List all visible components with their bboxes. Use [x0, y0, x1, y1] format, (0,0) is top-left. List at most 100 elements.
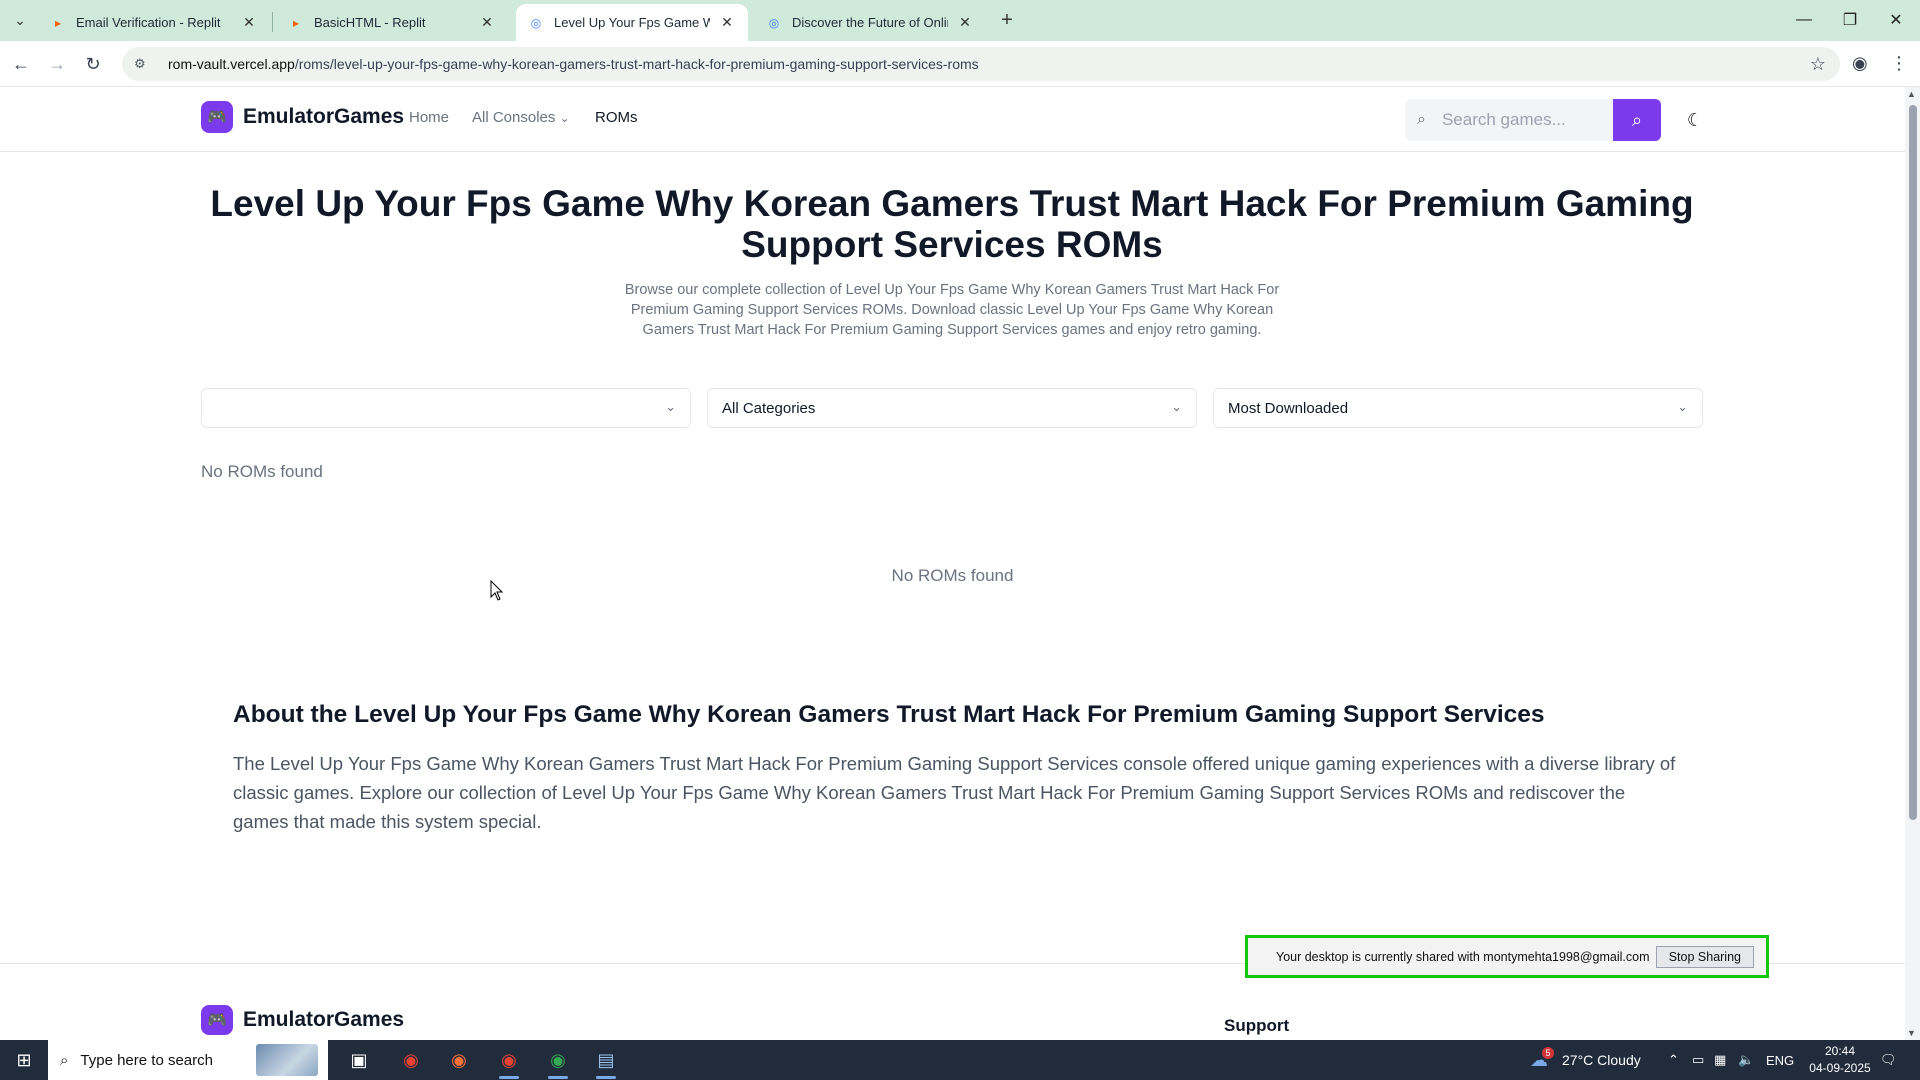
close-window-icon[interactable]: ✕ — [1876, 6, 1916, 34]
tab-basichtml[interactable]: ▸ BasicHTML - Replit ✕ — [276, 4, 508, 41]
replit-icon: ▸ — [292, 15, 300, 30]
meet-now-icon[interactable]: ▭ — [1692, 1040, 1704, 1080]
share-message: Your desktop is currently shared with mo… — [1276, 949, 1650, 964]
tab-discover-future[interactable]: ◎ Discover the Future of Online S ✕ — [754, 4, 986, 41]
url-host: rom-vault.vercel.app — [168, 56, 295, 72]
nav-all-consoles-dropdown[interactable]: All Consoles ⌄ — [472, 109, 570, 126]
moon-icon: ☾ — [1686, 109, 1704, 130]
footer-support-heading: Support — [1224, 1016, 1290, 1035]
mouse-cursor-icon — [490, 580, 504, 601]
category-select[interactable]: All Categories ⌄ — [707, 388, 1197, 428]
more-menu-icon[interactable]: ⋮ — [1890, 53, 1908, 74]
tab-level-up-roms[interactable]: ◎ Level Up Your Fps Game Why K ✕ — [516, 4, 748, 41]
tray-overflow-icon[interactable]: ⌃ — [1668, 1040, 1679, 1080]
weather-badge: 5 — [1542, 1047, 1554, 1059]
search-icon: ⌕ — [1631, 109, 1643, 130]
reload-icon[interactable]: ↻ — [80, 51, 106, 77]
bookmark-star-icon[interactable]: ☆ — [1810, 54, 1826, 75]
replit-icon: ▸ — [54, 15, 62, 30]
tab-search-icon[interactable]: ⌄ — [8, 8, 32, 32]
close-icon[interactable]: ✕ — [718, 14, 736, 32]
screen-share-notification: Your desktop is currently shared with mo… — [1245, 935, 1769, 978]
weather-text: 27°C Cloudy — [1562, 1052, 1641, 1068]
page-title: Level Up Your Fps Game Why Korean Gamers… — [210, 183, 1694, 265]
address-bar[interactable]: ⚙ rom-vault.vercel.app/roms/level-up-you… — [122, 47, 1840, 81]
search-button[interactable]: ⌕ — [1613, 99, 1661, 141]
scroll-up-icon[interactable]: ▲ — [1907, 89, 1916, 99]
chevron-down-icon: ⌄ — [1677, 399, 1688, 414]
brand-name: EmulatorGames — [243, 105, 405, 128]
sort-select-value: Most Downloaded — [1228, 399, 1349, 417]
profile-icon[interactable]: ◉ — [1852, 53, 1868, 74]
tab-title: Discover the Future of Online S — [792, 15, 948, 30]
taskbar-search-text: Type here to search — [80, 1051, 213, 1069]
tab-title: BasicHTML - Replit — [314, 15, 426, 30]
new-tab-button[interactable]: + — [995, 8, 1019, 32]
site-header: 🎮 EmulatorGames Home All Consoles ⌄ ROMs… — [0, 87, 1905, 152]
close-icon[interactable]: ✕ — [240, 14, 258, 32]
search-highlight-image — [256, 1044, 318, 1076]
notepad-icon[interactable]: ▤ — [588, 1046, 624, 1079]
close-icon[interactable]: ✕ — [956, 14, 974, 32]
search-icon: ⌕ — [60, 1051, 69, 1069]
minimize-icon[interactable]: — — [1784, 6, 1824, 34]
clock[interactable]: 20:44 04-09-2025 — [1805, 1043, 1875, 1077]
globe-icon: ◎ — [530, 15, 542, 30]
about-text: The Level Up Your Fps Game Why Korean Ga… — [233, 753, 1676, 832]
chevron-down-icon: ⌄ — [665, 399, 676, 414]
close-icon[interactable]: ✕ — [478, 14, 496, 32]
nav-all-consoles-label: All Consoles — [472, 109, 556, 126]
stop-sharing-button[interactable]: Stop Sharing — [1655, 946, 1754, 968]
theme-toggle-button[interactable]: ☾ — [1676, 101, 1714, 139]
forward-icon[interactable]: → — [44, 51, 70, 77]
windows-taskbar: ⊞ ⌕ Type here to search ▣ ◉ ◉ ◉ ◉ ▤ ☁ 5 … — [0, 1040, 1920, 1080]
site-logo[interactable]: 🎮 EmulatorGames — [201, 101, 404, 133]
network-icon[interactable]: ▦ — [1714, 1040, 1726, 1080]
search-input[interactable] — [1441, 110, 1612, 130]
console-select[interactable]: ⌄ — [201, 388, 691, 428]
nav-roms-link[interactable]: ROMs — [595, 109, 638, 126]
firefox-icon[interactable]: ◉ — [441, 1046, 477, 1074]
restore-icon[interactable]: ❐ — [1830, 6, 1870, 34]
weather-widget[interactable]: ☁ 5 27°C Cloudy — [1530, 1040, 1641, 1080]
browser-tab-strip: ⌄ ▸ Email Verification - Replit ✕ ▸ Basi… — [0, 0, 1920, 41]
empty-results-message: No ROMs found — [891, 566, 1014, 585]
nav-home-link[interactable]: Home — [409, 109, 449, 126]
globe-icon: ◎ — [768, 15, 780, 30]
site-info-icon[interactable]: ⚙ — [134, 56, 154, 72]
browser-toolbar: ← → ↻ ⚙ rom-vault.vercel.app/roms/level-… — [0, 41, 1920, 87]
page-viewport: 🎮 EmulatorGames Home All Consoles ⌄ ROMs… — [0, 87, 1905, 1040]
page-scrollbar[interactable]: ▲ ▼ — [1905, 87, 1920, 1040]
chrome-icon[interactable]: ◉ — [491, 1046, 527, 1079]
url-text: rom-vault.vercel.app/roms/level-up-your-… — [168, 56, 979, 72]
chrome-icon[interactable]: ◉ — [393, 1046, 429, 1074]
gamepad-icon: 🎮 — [201, 1005, 233, 1035]
language-indicator[interactable]: ENG — [1766, 1040, 1794, 1080]
back-icon[interactable]: ← — [8, 51, 34, 77]
sort-select[interactable]: Most Downloaded ⌄ — [1213, 388, 1703, 428]
volume-icon[interactable]: 🔈 — [1738, 1040, 1754, 1080]
search-icon: ⌕ — [1417, 111, 1426, 128]
scrollbar-thumb[interactable] — [1909, 105, 1917, 820]
tab-title: Level Up Your Fps Game Why K — [554, 15, 710, 30]
tab-title: Email Verification - Replit — [76, 15, 221, 30]
page-description: Browse our complete collection of Level … — [624, 282, 1280, 338]
footer-logo[interactable]: 🎮 EmulatorGames — [201, 1005, 404, 1035]
url-path: /roms/level-up-your-fps-game-why-korean-… — [294, 56, 979, 72]
notifications-icon[interactable]: 🗨 — [1880, 1040, 1897, 1080]
scroll-down-icon[interactable]: ▼ — [1907, 1028, 1916, 1038]
taskbar-search[interactable]: ⌕ Type here to search — [48, 1040, 328, 1080]
about-heading: About the Level Up Your Fps Game Why Kor… — [233, 701, 1545, 728]
category-select-value: All Categories — [722, 399, 816, 417]
clock-time: 20:44 — [1824, 1044, 1856, 1058]
chrome-icon[interactable]: ◉ — [540, 1046, 576, 1079]
tab-separator — [272, 12, 273, 32]
tab-email-verification[interactable]: ▸ Email Verification - Replit ✕ — [38, 4, 270, 41]
chevron-down-icon: ⌄ — [1171, 399, 1182, 414]
footer-brand-name: EmulatorGames — [243, 1008, 405, 1031]
windows-start-icon[interactable]: ⊞ — [0, 1040, 48, 1080]
results-count: No ROMs found — [201, 462, 323, 481]
chevron-down-icon: ⌄ — [559, 111, 570, 125]
clock-date: 04-09-2025 — [1809, 1061, 1871, 1075]
task-view-icon[interactable]: ▣ — [341, 1046, 377, 1074]
